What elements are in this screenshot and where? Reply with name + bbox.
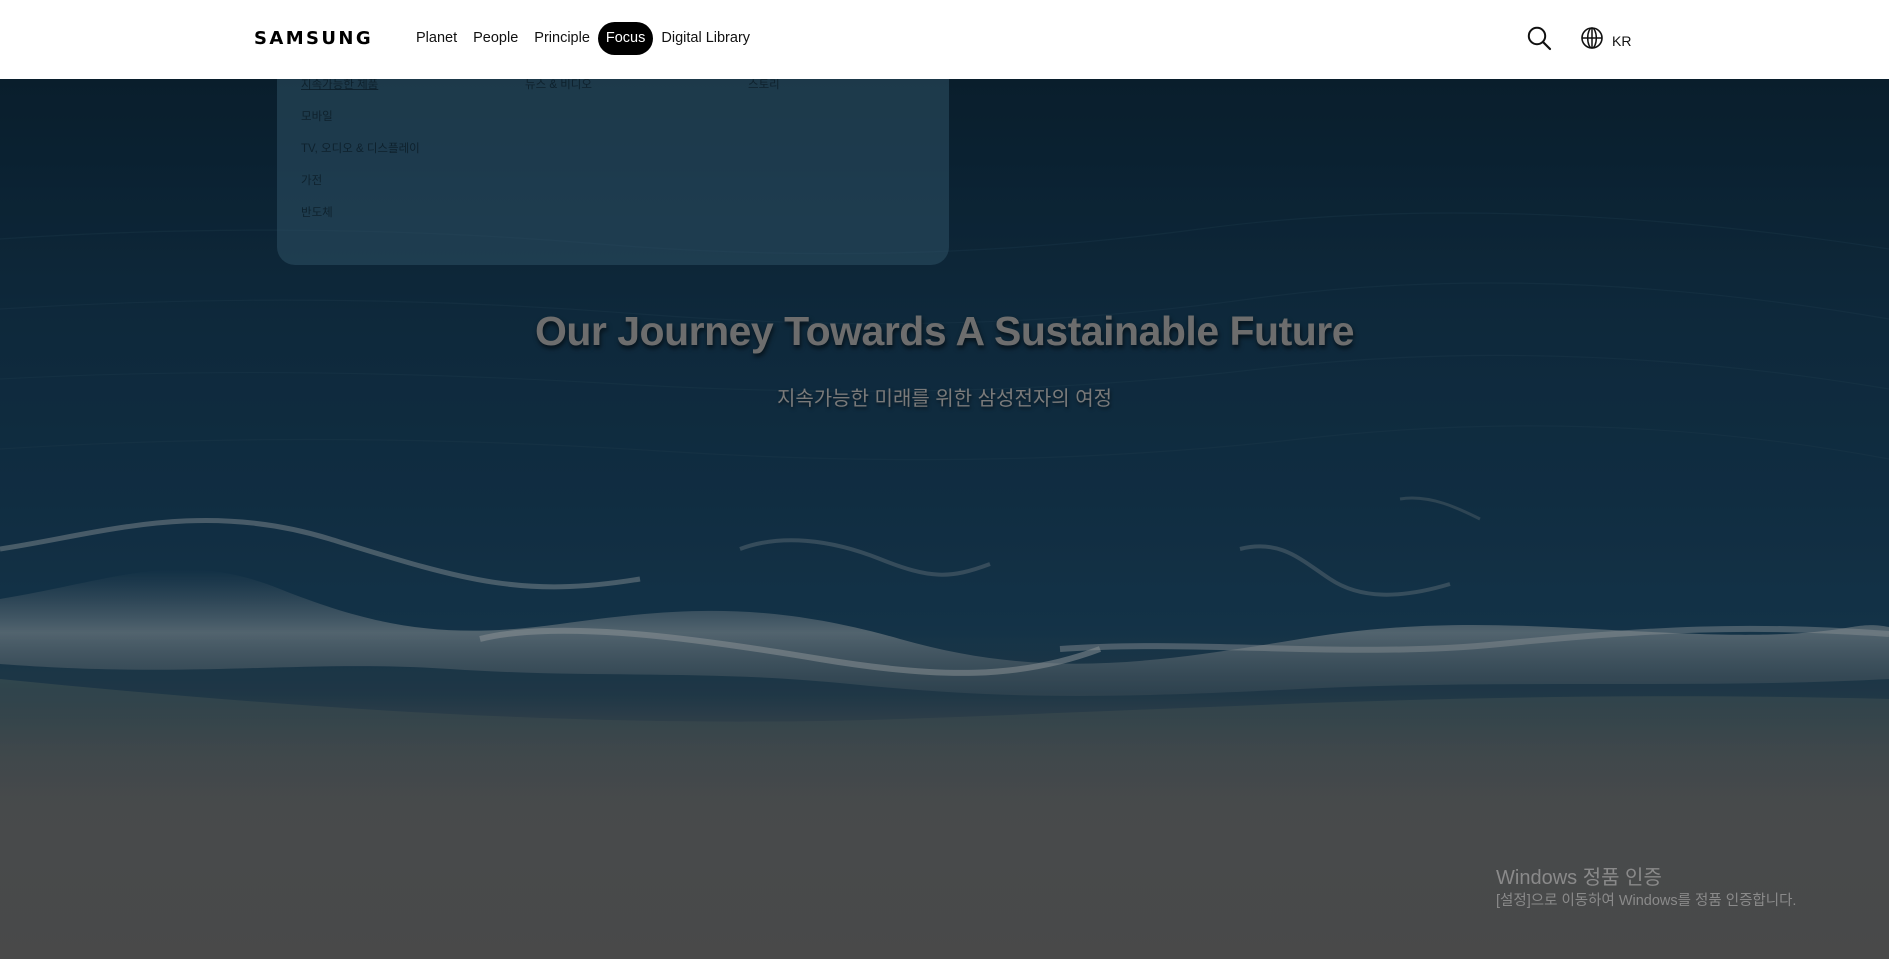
- language-selector[interactable]: KR: [1580, 26, 1631, 55]
- hero-subtitle: 지속가능한 미래를 위한 삼성전자의 여정: [776, 388, 1113, 410]
- nav-item-people[interactable]: People: [465, 22, 526, 55]
- windows-activation-watermark: Windows 정품 인증 [설정]으로 이동하여 Windows를 정품 인증…: [1496, 866, 1796, 911]
- hero-title: Our Journey Towards A Sustainable Future: [534, 308, 1355, 354]
- nav-item-planet[interactable]: Planet: [408, 22, 465, 55]
- watermark-subtitle: [설정]으로 이동하여 Windows를 정품 인증합니다.: [1496, 893, 1797, 909]
- menu-column-story: 스토리: [748, 79, 780, 108]
- menu-item-news-video[interactable]: 뉴스 & 비디오: [525, 76, 592, 108]
- menu-item-semiconductor[interactable]: 반도체: [301, 204, 420, 236]
- focus-dropdown-menu: 지속가능한 제품 모바일 TV, 오디오 & 디스플레이 가전 반도체 뉴스 &…: [277, 79, 949, 265]
- menu-item-story[interactable]: 스토리: [748, 76, 780, 108]
- menu-column-news: 뉴스 & 비디오: [525, 79, 592, 108]
- menu-item-appliances[interactable]: 가전: [301, 172, 420, 204]
- menu-column-products: 지속가능한 제품 모바일 TV, 오디오 & 디스플레이 가전 반도체: [301, 79, 420, 236]
- site-header: SAMSUNG Planet People Principle Focus Di…: [0, 0, 1889, 79]
- main-nav: Planet People Principle Focus Digital Li…: [408, 22, 758, 55]
- samsung-logo[interactable]: SAMSUNG: [254, 28, 373, 50]
- page: SAMSUNG Planet People Principle Focus Di…: [0, 0, 1889, 959]
- watermark-title: Windows 정품 인증: [1496, 867, 1662, 889]
- nav-item-principle[interactable]: Principle: [526, 22, 598, 55]
- menu-item-mobile[interactable]: 모바일: [301, 108, 420, 140]
- menu-item-tv-audio-display[interactable]: TV, 오디오 & 디스플레이: [301, 140, 420, 172]
- menu-item-sustainable-products[interactable]: 지속가능한 제품: [301, 76, 420, 108]
- search-icon[interactable]: [1526, 25, 1552, 51]
- nav-item-digital-library[interactable]: Digital Library: [653, 22, 758, 55]
- language-label: KR: [1612, 32, 1632, 49]
- globe-icon: [1580, 26, 1604, 55]
- nav-item-focus[interactable]: Focus: [597, 22, 654, 55]
